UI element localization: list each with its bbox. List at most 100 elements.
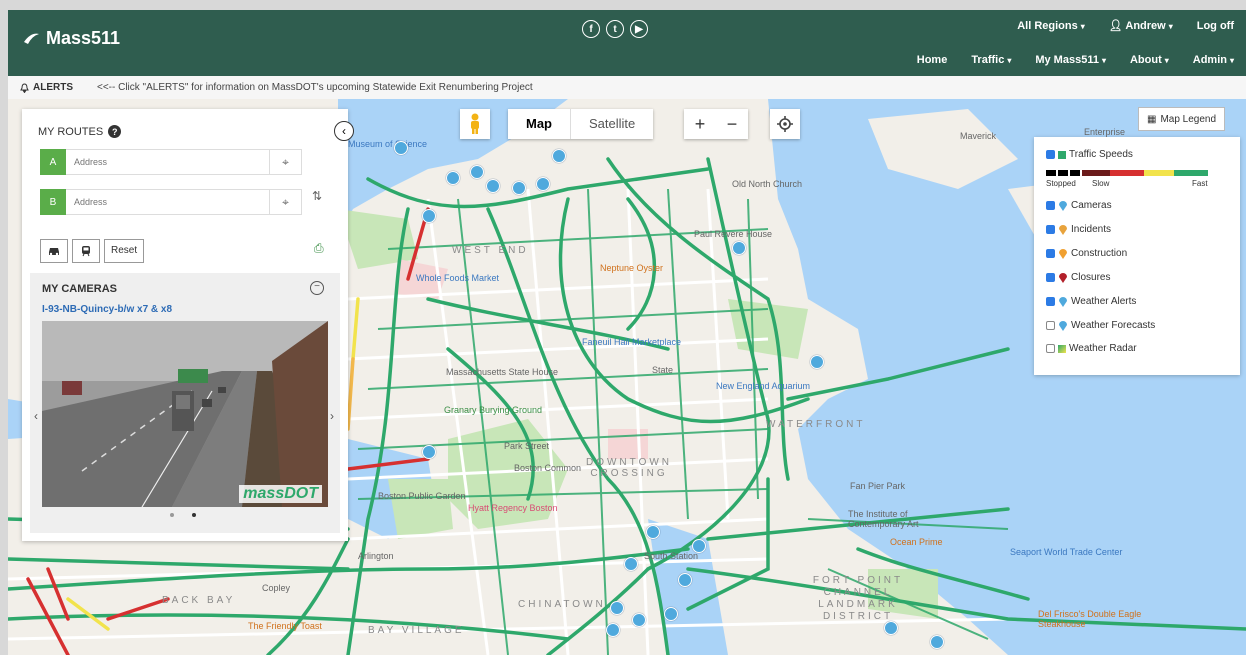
poi-arlington[interactable]: Arlington [358, 551, 394, 561]
camera-pin[interactable] [610, 601, 624, 615]
camera-pin[interactable] [446, 171, 460, 185]
logo[interactable]: Mass511 [22, 28, 120, 49]
facebook-icon[interactable]: f [582, 20, 600, 38]
checkbox[interactable] [1046, 150, 1055, 159]
poi-south-station[interactable]: South Station [644, 551, 698, 561]
regions-dropdown[interactable]: All Regions ▾ [1017, 20, 1085, 32]
legend-item-weather-alerts[interactable]: Weather Alerts [1046, 295, 1136, 307]
poi-state-house[interactable]: Massachusetts State House [446, 367, 558, 377]
checkbox[interactable] [1046, 296, 1055, 306]
nav-my-mass511[interactable]: My Mass511 ▾ [1035, 54, 1106, 66]
poi-old-north[interactable]: Old North Church [732, 179, 802, 189]
camera-prev-icon[interactable]: ‹ [34, 409, 38, 423]
camera-next-icon[interactable]: › [330, 409, 334, 423]
zoom-in-button[interactable]: + [684, 109, 716, 139]
collapse-minus-icon[interactable]: − [310, 281, 324, 295]
camera-pin[interactable] [930, 635, 944, 649]
legend-item-construction[interactable]: Construction [1046, 247, 1127, 259]
legend-item-cameras[interactable]: Cameras [1046, 199, 1112, 211]
camera-pin[interactable] [664, 607, 678, 621]
camera-pin[interactable] [394, 141, 408, 155]
camera-image[interactable]: massDOT [42, 321, 328, 507]
poi-aquarium[interactable]: New England Aquarium [716, 381, 810, 391]
camera-pin[interactable] [732, 241, 746, 255]
route-to-input[interactable] [66, 189, 270, 215]
poi-fan-pier[interactable]: Fan Pier Park [850, 481, 905, 491]
help-icon[interactable]: ? [108, 125, 122, 138]
carousel-dot[interactable] [192, 513, 196, 517]
camera-pin[interactable] [606, 623, 620, 637]
checkbox[interactable] [1046, 344, 1055, 353]
poi-faneuil[interactable]: Faneuil Hall Marketplace [582, 337, 681, 347]
camera-pin[interactable] [486, 179, 500, 193]
alerts-button[interactable]: ALERTS [20, 82, 73, 93]
checkbox[interactable] [1046, 320, 1055, 330]
camera-pin[interactable] [646, 525, 660, 539]
camera-pin[interactable] [470, 165, 484, 179]
poi-ica[interactable]: The Institute of Contemporary Art [848, 509, 958, 529]
poi-seaport-hotel[interactable]: Seaport World Trade Center [1010, 547, 1122, 557]
poi-state[interactable]: State [652, 365, 673, 375]
poi-friendly-toast[interactable]: The Friendly Toast [248, 621, 322, 631]
my-location-button[interactable] [770, 109, 800, 139]
poi-public-garden[interactable]: Boston Public Garden [378, 491, 466, 501]
swap-icon[interactable]: ⇅ [312, 189, 322, 203]
camera-pin[interactable] [810, 355, 824, 369]
target-icon[interactable]: ⌖ [270, 189, 302, 215]
legend-item-weather-forecasts[interactable]: Weather Forecasts [1046, 319, 1155, 331]
twitter-icon[interactable]: t [606, 20, 624, 38]
poi-hyatt[interactable]: Hyatt Regency Boston [468, 503, 558, 513]
target-icon[interactable]: ⌖ [270, 149, 302, 175]
map-legend-button[interactable]: ▦ Map Legend [1138, 107, 1226, 131]
camera-pin[interactable] [512, 181, 526, 195]
transit-icon[interactable] [72, 239, 100, 263]
poi-park-street[interactable]: Park Street [504, 441, 549, 451]
print-icon[interactable]: ⎙ [314, 241, 324, 256]
route-from-input[interactable] [66, 149, 270, 175]
poi-paul-revere[interactable]: Paul Revere House [694, 229, 772, 239]
car-icon[interactable] [40, 239, 68, 263]
poi-copley[interactable]: Copley [262, 583, 290, 593]
camera-pin[interactable] [422, 445, 436, 459]
legend-item-closures[interactable]: Closures [1046, 271, 1110, 283]
youtube-icon[interactable]: ▶ [630, 20, 648, 38]
poi-science[interactable]: Museum of Science [348, 139, 427, 149]
user-menu[interactable]: 👤︎ Andrew ▾ [1109, 19, 1173, 32]
camera-name-link[interactable]: I-93-NB-Quincy-b/w x7 & x8 [42, 304, 172, 315]
checkbox[interactable] [1046, 248, 1055, 258]
poi-boston-common[interactable]: Boston Common [514, 463, 581, 473]
legend-item-weather-radar[interactable]: Weather Radar [1046, 343, 1137, 354]
street-view-pegman[interactable] [460, 109, 490, 139]
map-type-map-button[interactable]: Map [508, 109, 571, 139]
camera-pin[interactable] [678, 573, 692, 587]
reset-button[interactable]: Reset [104, 239, 145, 263]
checkbox[interactable] [1046, 224, 1055, 234]
poi-whole-foods[interactable]: Whole Foods Market [416, 273, 499, 283]
camera-pin[interactable] [624, 557, 638, 571]
poi-maverick[interactable]: Maverick [960, 131, 996, 141]
map[interactable]: WEST END DOWNTOWN CROSSING BACK BAY CHIN… [8, 99, 1246, 655]
zoom-out-button[interactable]: − [716, 109, 748, 139]
camera-pin[interactable] [422, 209, 436, 223]
legend-item-incidents[interactable]: Incidents [1046, 223, 1111, 235]
collapse-panel-button[interactable]: ‹ [334, 121, 354, 141]
map-type-satellite-button[interactable]: Satellite [571, 109, 653, 139]
nav-home[interactable]: Home [917, 54, 948, 66]
checkbox[interactable] [1046, 200, 1055, 210]
checkbox[interactable] [1046, 272, 1055, 282]
nav-about[interactable]: About ▾ [1130, 54, 1169, 66]
camera-pin[interactable] [884, 621, 898, 635]
logoff-link[interactable]: Log off [1197, 20, 1234, 32]
poi-del-friscos[interactable]: Del Frisco's Double Eagle Steakhouse [1038, 609, 1158, 629]
nav-traffic[interactable]: Traffic ▾ [971, 54, 1011, 66]
legend-item-traffic-speeds[interactable]: Traffic Speeds [1046, 149, 1133, 160]
carousel-dot[interactable] [170, 513, 174, 517]
camera-pin[interactable] [632, 613, 646, 627]
poi-granary[interactable]: Granary Burying Ground [444, 405, 542, 415]
camera-pin[interactable] [552, 149, 566, 163]
nav-admin[interactable]: Admin ▾ [1193, 54, 1234, 66]
camera-pin[interactable] [536, 177, 550, 191]
poi-neptune[interactable]: Neptune Oyster [600, 263, 663, 273]
poi-ocean-prime[interactable]: Ocean Prime [890, 537, 943, 547]
poi-enterprise[interactable]: Enterprise [1084, 127, 1125, 137]
